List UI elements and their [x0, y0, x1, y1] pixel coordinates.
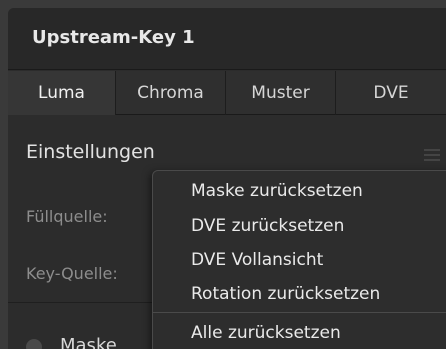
menu-item-reset-rotation[interactable]: Rotation zurücksetzen — [191, 284, 380, 304]
menu-item-reset-mask[interactable]: Maske zurücksetzen — [191, 181, 363, 201]
fill-source-label: Füllquelle: — [26, 207, 108, 226]
key-type-tabs: Luma Chroma Muster DVE — [8, 71, 446, 115]
menu-item-reset-dve[interactable]: DVE zurücksetzen — [191, 216, 344, 236]
menu-item-dve-fullscreen[interactable]: DVE Vollansicht — [191, 250, 323, 270]
key-source-label: Key-Quelle: — [26, 264, 118, 283]
reset-context-menu: Maske zurücksetzen DVE zurücksetzen DVE … — [152, 170, 446, 349]
settings-menu-icon[interactable] — [424, 149, 440, 164]
settings-title: Einstellungen — [26, 141, 155, 163]
tab-chroma[interactable]: Chroma — [116, 71, 226, 115]
menu-item-reset-all[interactable]: Alle zurücksetzen — [191, 323, 341, 343]
tab-dve[interactable]: DVE — [336, 71, 446, 115]
mask-label: Maske — [60, 335, 117, 349]
tab-muster[interactable]: Muster — [226, 71, 336, 115]
menu-separator — [153, 312, 446, 313]
mask-toggle[interactable] — [26, 339, 42, 349]
panel-title: Upstream-Key 1 — [32, 27, 195, 48]
tab-luma[interactable]: Luma — [8, 71, 116, 115]
panel-header: Upstream-Key 1 — [8, 8, 446, 70]
